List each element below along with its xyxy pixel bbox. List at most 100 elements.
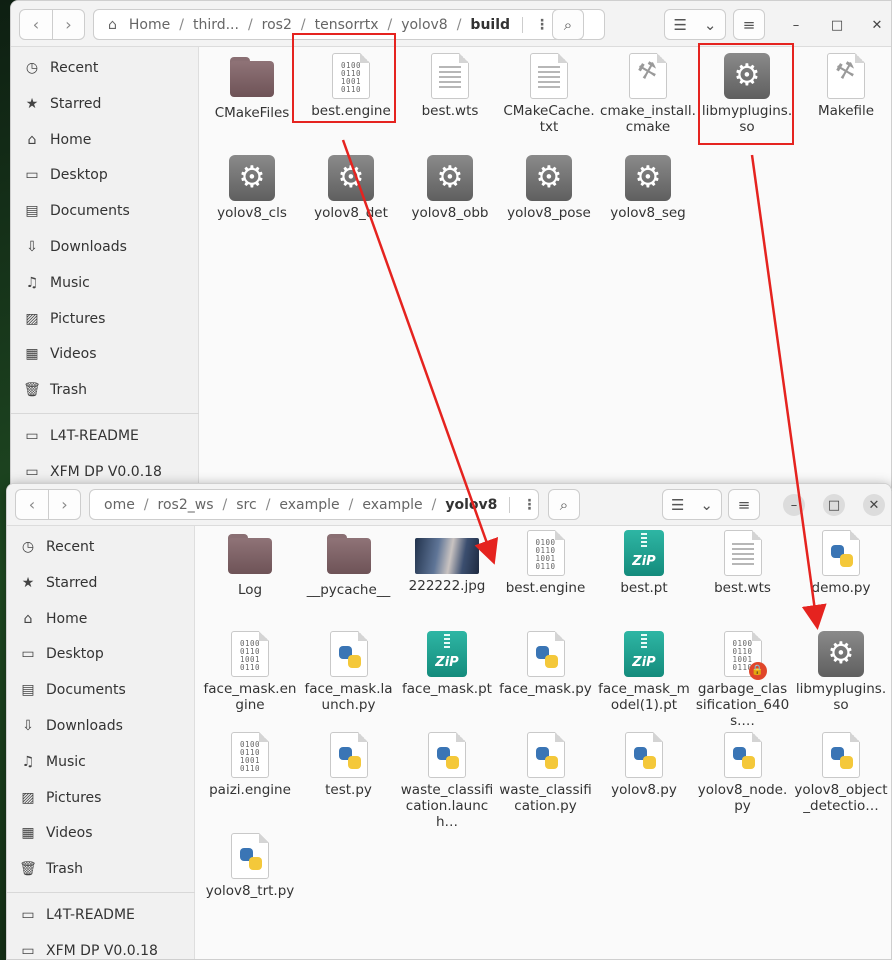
sidebar-item-downloads[interactable]: ⇩ Downloads xyxy=(11,230,199,264)
sidebar-item-desktop[interactable]: ▭ Desktop xyxy=(7,637,195,671)
breadcrumb[interactable]: ome / ros2_ws / src / example / example / yolov8 ⋮ xyxy=(89,489,539,520)
breadcrumb-segment[interactable]: src xyxy=(230,497,262,513)
breadcrumb-segment[interactable]: yolov8 xyxy=(395,17,454,33)
forward-icon[interactable]: › xyxy=(52,10,84,39)
file-item[interactable]: yolov8_node.py xyxy=(695,732,791,814)
file-item[interactable]: ⚙ yolov8_obb xyxy=(402,155,498,221)
file-item[interactable]: ZiP best.pt xyxy=(596,530,692,596)
hamburger-menu-icon[interactable]: ≡ xyxy=(733,9,765,40)
file-item[interactable]: ZiP face_mask.pt xyxy=(399,631,495,697)
sidebar-item-l4t-readme[interactable]: ▭ L4T-README xyxy=(7,898,195,932)
file-item[interactable]: ⚙ yolov8_seg xyxy=(600,155,696,221)
minimize-icon[interactable]: – xyxy=(783,494,805,516)
sidebar-item-label: Videos xyxy=(46,825,93,842)
sidebar-item-starred[interactable]: ★ Starred xyxy=(7,566,195,600)
file-item[interactable]: CMakeCache.txt xyxy=(501,53,597,135)
maximize-icon[interactable]: □ xyxy=(826,14,848,36)
back-icon[interactable]: ‹ xyxy=(16,490,48,519)
breadcrumb-segment[interactable]: build xyxy=(464,17,516,33)
back-icon[interactable]: ‹ xyxy=(20,10,52,39)
sidebar-item-l4t-readme[interactable]: ▭ L4T-README xyxy=(11,419,199,453)
sidebar-item-home[interactable]: ⌂ Home xyxy=(7,602,195,636)
sidebar-item-documents[interactable]: ▤ Documents xyxy=(11,194,199,228)
sidebar-item-label: XFM DP V0.0.18 xyxy=(50,463,162,480)
file-item[interactable]: Log xyxy=(202,530,298,598)
chevron-down-icon[interactable]: ⌄ xyxy=(700,496,713,514)
close-icon[interactable]: ✕ xyxy=(866,14,888,36)
sidebar-item-recent[interactable]: ◷ Recent xyxy=(11,51,199,85)
breadcrumb-segment[interactable]: example xyxy=(273,497,345,513)
maximize-icon[interactable]: □ xyxy=(823,494,845,516)
chevron-down-icon[interactable]: ⌄ xyxy=(704,16,717,34)
breadcrumb-segment[interactable]: third... xyxy=(187,17,245,33)
sidebar-item-desktop[interactable]: ▭ Desktop xyxy=(11,158,199,192)
file-item[interactable]: yolov8_trt.py xyxy=(202,833,298,899)
file-item[interactable]: demo.py xyxy=(793,530,889,596)
file-item[interactable]: ⚒ Makefile xyxy=(798,53,891,119)
file-item[interactable]: CMakeFiles xyxy=(204,53,300,121)
documents-icon: ▤ xyxy=(25,203,39,220)
search-icon[interactable]: ⌕ xyxy=(548,489,580,520)
breadcrumb-segment[interactable]: ome xyxy=(98,497,141,513)
header-bar: ‹ › ⌂ Home / third... / ros2/tensorrtx / yolov8… xyxy=(11,1,891,47)
file-item[interactable]: ⚙ yolov8_cls xyxy=(204,155,300,221)
breadcrumb-segment[interactable]: ros2 xyxy=(256,17,298,33)
breadcrumb-segment[interactable]: example xyxy=(356,497,428,513)
file-item[interactable]: 0100 0110 1001 0110 paizi.engine xyxy=(202,732,298,798)
file-item[interactable]: face_mask.launch.py xyxy=(301,631,397,713)
close-icon[interactable]: ✕ xyxy=(863,494,885,516)
sidebar-item-label: Documents xyxy=(46,682,126,699)
sidebar-item-music[interactable]: ♫ Music xyxy=(11,266,199,300)
forward-icon[interactable]: › xyxy=(48,490,80,519)
file-item[interactable]: 0100 0110 1001 0110 face_mask.engine xyxy=(202,631,298,713)
file-item[interactable]: ⚙ yolov8_det xyxy=(303,155,399,221)
list-view-icon[interactable]: ☰ xyxy=(673,16,686,34)
sidebar-item-videos[interactable]: ▦ Videos xyxy=(11,337,199,371)
home-icon[interactable]: ⌂ xyxy=(102,17,123,33)
sidebar-item-music[interactable]: ♫ Music xyxy=(7,745,195,779)
sidebar-item-recent[interactable]: ◷ Recent xyxy=(7,530,195,564)
path-menu-icon[interactable]: ⋮ xyxy=(522,16,549,33)
file-item[interactable]: yolov8_object_detectio… xyxy=(793,732,889,814)
hamburger-menu-icon[interactable]: ≡ xyxy=(728,489,760,520)
sidebar-item-starred[interactable]: ★ Starred xyxy=(11,87,199,121)
path-menu-icon[interactable]: ⋮ xyxy=(509,496,536,513)
file-item[interactable]: ⚙ yolov8_pose xyxy=(501,155,597,221)
file-item[interactable]: yolov8.py xyxy=(596,732,692,798)
sidebar-item-documents[interactable]: ▤ Documents xyxy=(7,673,195,707)
file-item[interactable]: 0100 0110 1001 0110 🔒 garbage_classification_… xyxy=(695,631,791,729)
sidebar-item-trash[interactable]: 🗑 Trash xyxy=(11,373,199,407)
file-item[interactable]: __pycache__ xyxy=(301,530,397,598)
sidebar-item-pictures[interactable]: ▨ Pictures xyxy=(11,302,199,336)
sidebar-item-videos[interactable]: ▦ Videos xyxy=(7,816,195,850)
trash-icon: 🗑 xyxy=(23,382,41,399)
file-item[interactable]: ⚒ cmake_install.cmake xyxy=(600,53,696,135)
sidebar-item-trash[interactable]: 🗑 Trash xyxy=(7,852,195,886)
file-item[interactable]: face_mask.py xyxy=(498,631,594,697)
breadcrumb-segment[interactable]: tensorrtx xyxy=(309,17,385,33)
file-item[interactable]: waste_classification.py xyxy=(498,732,594,814)
file-item[interactable]: ZiP face_mask_model(1).pt xyxy=(596,631,692,713)
minimize-icon[interactable]: – xyxy=(785,14,807,36)
path-separator: / xyxy=(300,16,306,33)
sidebar-item-pictures[interactable]: ▨ Pictures xyxy=(7,781,195,815)
view-toggle[interactable]: ☰ ⌄ xyxy=(662,489,722,520)
file-item[interactable]: ⚙ libmyplugins.so xyxy=(793,631,889,713)
list-view-icon[interactable]: ☰ xyxy=(671,496,684,514)
path-separator: / xyxy=(265,496,271,513)
desktop-icon: ▭ xyxy=(25,167,39,184)
file-item[interactable]: waste_classification.launch… xyxy=(399,732,495,830)
view-toggle[interactable]: ☰ ⌄ xyxy=(664,9,726,40)
breadcrumb-segment[interactable]: Home xyxy=(123,17,176,33)
file-item[interactable]: best.wts xyxy=(402,53,498,119)
sidebar-item-downloads[interactable]: ⇩ Downloads xyxy=(7,709,195,743)
breadcrumb-segment[interactable]: ros2_ws xyxy=(152,497,220,513)
sidebar-item-xfm-dp-v0-0-18[interactable]: ▭ XFM DP V0.0.18 xyxy=(7,934,195,959)
breadcrumb-segment[interactable]: yolov8 xyxy=(439,497,503,513)
file-item[interactable]: best.wts xyxy=(695,530,791,596)
sidebar-item-home[interactable]: ⌂ Home xyxy=(11,123,199,157)
file-item[interactable]: 222222.jpg xyxy=(399,530,495,594)
file-item[interactable]: 0100 0110 1001 0110 best.engine xyxy=(498,530,594,596)
file-item[interactable]: test.py xyxy=(301,732,397,798)
search-icon[interactable]: ⌕ xyxy=(552,9,584,40)
